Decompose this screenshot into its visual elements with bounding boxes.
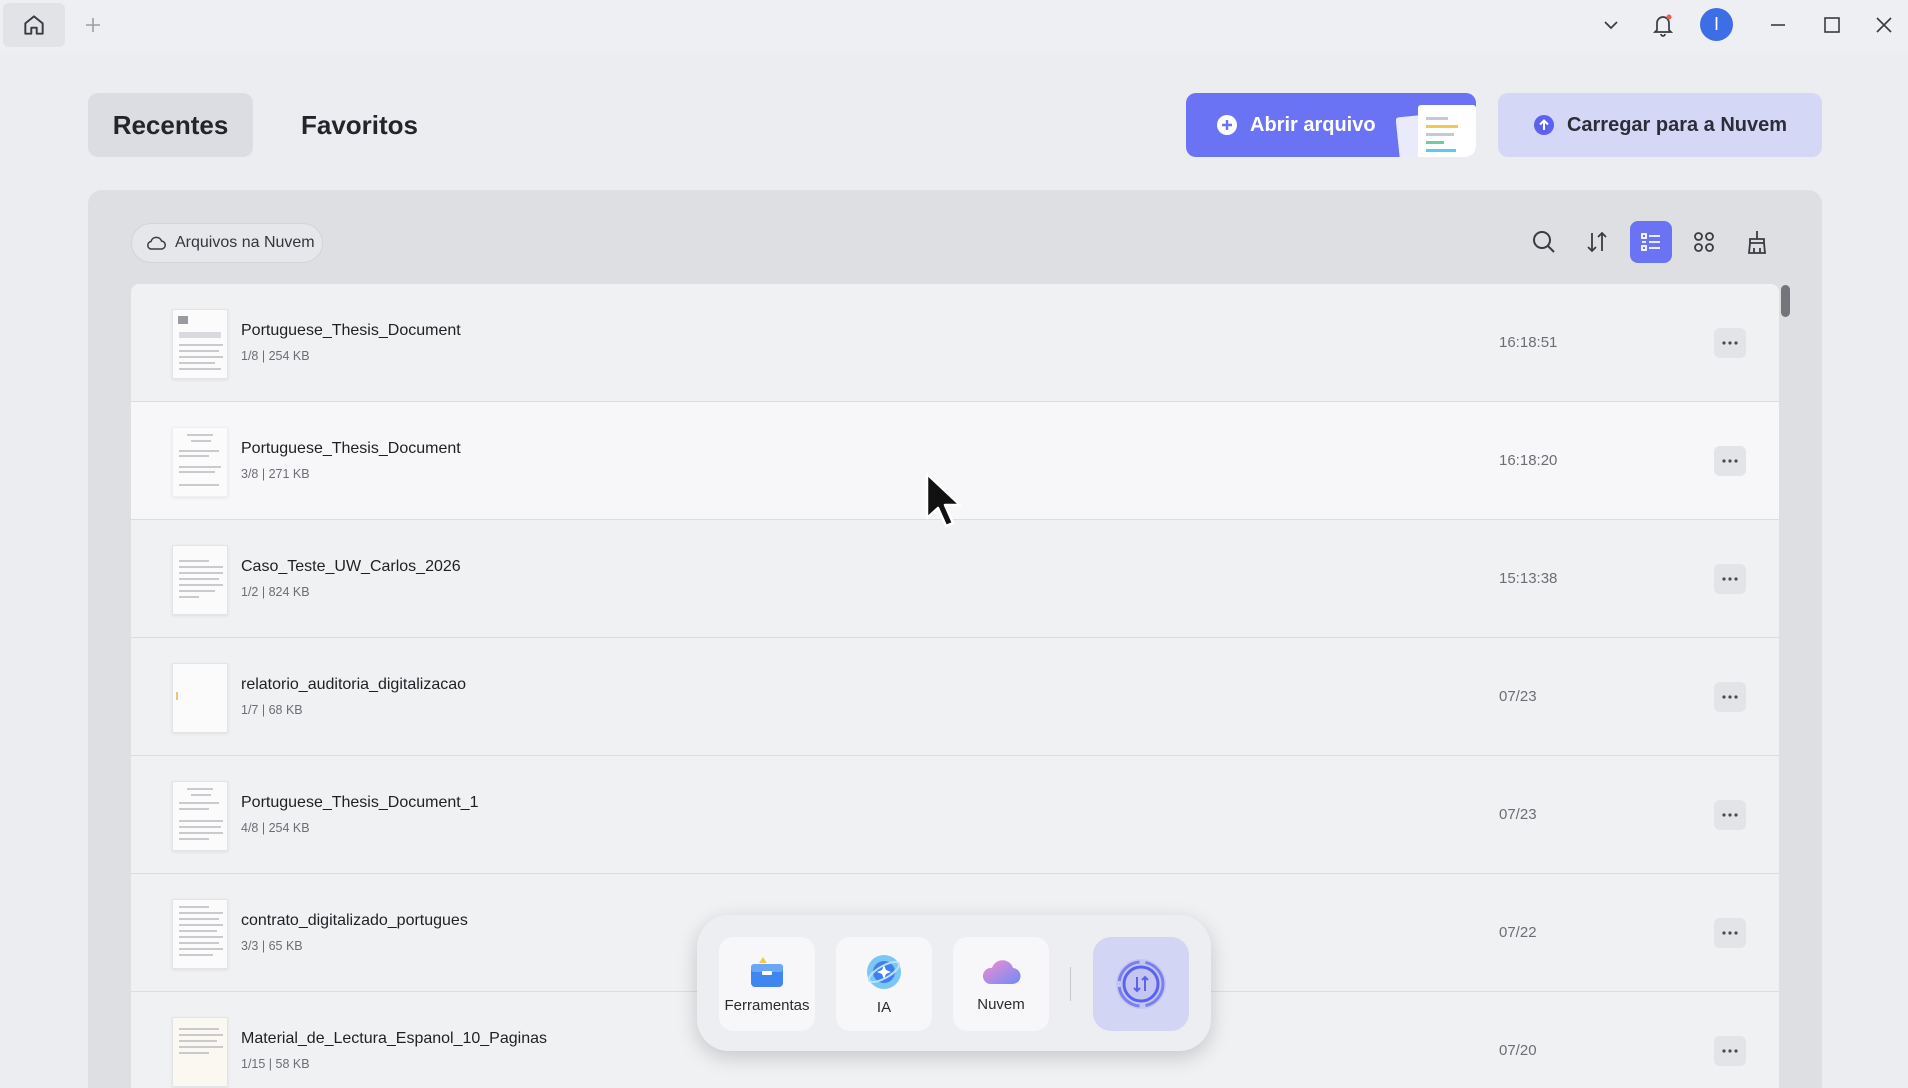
notifications-button[interactable] — [1645, 8, 1681, 42]
file-time: 15:13:38 — [1499, 570, 1558, 587]
file-thumbnail — [172, 427, 228, 497]
file-time: 16:18:20 — [1499, 452, 1558, 469]
more-icon — [1722, 341, 1738, 345]
file-thumbnail — [172, 545, 228, 615]
more-icon — [1722, 577, 1738, 581]
maximize-button[interactable] — [1814, 8, 1850, 42]
bell-icon — [1652, 14, 1674, 37]
file-name: Material_de_Lectura_Espanol_10_Paginas — [241, 1030, 547, 1047]
avatar[interactable]: I — [1700, 8, 1733, 41]
upload-cloud-label: Carregar para a Nuvem — [1566, 113, 1788, 136]
file-name: relatorio_auditoria_digitalizacao — [241, 676, 467, 693]
more-options-button[interactable] — [1714, 446, 1746, 476]
file-row[interactable]: relatorio_auditoria_digitalizacao 1/7 | … — [131, 638, 1779, 756]
file-meta: 1/2 | 824 KB — [241, 585, 310, 599]
grid-view-button[interactable] — [1683, 221, 1725, 263]
file-thumbnail — [172, 663, 228, 733]
file-time: 07/23 — [1499, 806, 1537, 823]
dropdown-button[interactable] — [1593, 8, 1629, 42]
file-thumbnail — [172, 1017, 228, 1087]
bottom-dock: Ferramentas IA Nuvem — [697, 915, 1211, 1051]
more-options-button[interactable] — [1714, 564, 1746, 594]
upload-icon — [1533, 115, 1554, 135]
title-bar: I — [0, 0, 1908, 52]
file-time: 07/23 — [1499, 688, 1537, 705]
more-options-button[interactable] — [1714, 918, 1746, 948]
sort-button[interactable] — [1576, 221, 1618, 263]
file-row[interactable]: Caso_Teste_UW_Carlos_2026 1/2 | 824 KB 1… — [131, 520, 1779, 638]
more-options-button[interactable] — [1714, 800, 1746, 830]
file-meta: 1/7 | 68 KB — [241, 703, 303, 717]
file-thumbnail — [172, 899, 228, 969]
dock-cloud-label: Nuvem — [977, 995, 1025, 1013]
grid-view-icon — [1694, 232, 1714, 252]
more-options-button[interactable] — [1714, 682, 1746, 712]
file-time: 16:18:51 — [1499, 334, 1558, 351]
minimize-icon — [1771, 24, 1785, 26]
tab-favoritos[interactable]: Favoritos — [282, 93, 437, 157]
file-name: Portuguese_Thesis_Document_1 — [241, 794, 479, 811]
scrollbar-thumb[interactable] — [1781, 285, 1790, 317]
plus-icon — [86, 18, 100, 32]
more-options-button[interactable] — [1714, 328, 1746, 358]
file-row[interactable]: Portuguese_Thesis_Document_1 4/8 | 254 K… — [131, 756, 1779, 874]
dock-ai-button[interactable]: IA — [836, 937, 932, 1031]
plus-circle-icon — [1217, 115, 1237, 135]
more-icon — [1722, 459, 1738, 463]
more-options-button[interactable] — [1714, 1036, 1746, 1066]
list-view-button[interactable] — [1630, 221, 1672, 263]
ai-icon — [867, 954, 901, 989]
file-time: 07/22 — [1499, 924, 1537, 941]
open-file-button[interactable]: Abrir arquivo — [1186, 93, 1476, 157]
file-name: contrato_digitalizado_portugues — [241, 912, 468, 929]
cloud-files-label: Arquivos na Nuvem — [175, 234, 315, 251]
cloud-icon — [147, 236, 166, 250]
upload-cloud-button[interactable]: Carregar para a Nuvem — [1498, 93, 1822, 157]
search-icon — [1533, 231, 1555, 253]
search-button[interactable] — [1523, 221, 1565, 263]
file-name: Portuguese_Thesis_Document — [241, 440, 461, 457]
file-meta: 3/8 | 271 KB — [241, 467, 310, 481]
more-icon — [1722, 695, 1738, 699]
file-meta: 1/15 | 58 KB — [241, 1057, 310, 1071]
dock-tools-label: Ferramentas — [724, 996, 810, 1014]
file-time: 07/20 — [1499, 1042, 1537, 1059]
more-icon — [1722, 931, 1738, 935]
clean-button[interactable] — [1736, 221, 1778, 263]
mouse-cursor-icon — [925, 472, 962, 528]
new-tab-button[interactable] — [80, 12, 106, 38]
file-name: Portuguese_Thesis_Document — [241, 322, 461, 339]
dock-tools-button[interactable]: Ferramentas — [719, 937, 815, 1031]
tab-recentes[interactable]: Recentes — [88, 93, 253, 157]
file-name: Caso_Teste_UW_Carlos_2026 — [241, 558, 461, 575]
document-illustration — [1396, 105, 1476, 157]
home-tab[interactable] — [3, 3, 65, 47]
cloud-files-filter[interactable]: Arquivos na Nuvem — [131, 223, 323, 263]
file-thumbnail — [172, 309, 228, 379]
toolbox-icon — [751, 956, 783, 987]
chevron-down-icon — [1604, 21, 1618, 30]
broom-icon — [1748, 231, 1766, 254]
cloud-color-icon — [982, 959, 1021, 984]
close-icon — [1876, 17, 1892, 33]
file-meta: 3/3 | 65 KB — [241, 939, 303, 953]
open-file-label: Abrir arquivo — [1250, 113, 1376, 136]
file-row[interactable]: Portuguese_Thesis_Document 1/8 | 254 KB … — [131, 284, 1779, 402]
file-thumbnail — [172, 781, 228, 851]
sort-icon — [1587, 231, 1607, 253]
list-view-icon — [1641, 233, 1660, 251]
more-icon — [1722, 813, 1738, 817]
switch-icon — [1116, 959, 1166, 1009]
file-meta: 1/8 | 254 KB — [241, 349, 310, 363]
home-icon — [24, 15, 44, 35]
dock-cloud-button[interactable]: Nuvem — [953, 937, 1049, 1031]
dock-ai-label: IA — [876, 998, 892, 1016]
close-button[interactable] — [1866, 8, 1902, 42]
dock-switch-view-button[interactable] — [1093, 937, 1189, 1031]
file-meta: 4/8 | 254 KB — [241, 821, 310, 835]
dock-separator — [1070, 967, 1071, 1001]
minimize-button[interactable] — [1760, 8, 1796, 42]
more-icon — [1722, 1049, 1738, 1053]
maximize-icon — [1824, 17, 1840, 33]
